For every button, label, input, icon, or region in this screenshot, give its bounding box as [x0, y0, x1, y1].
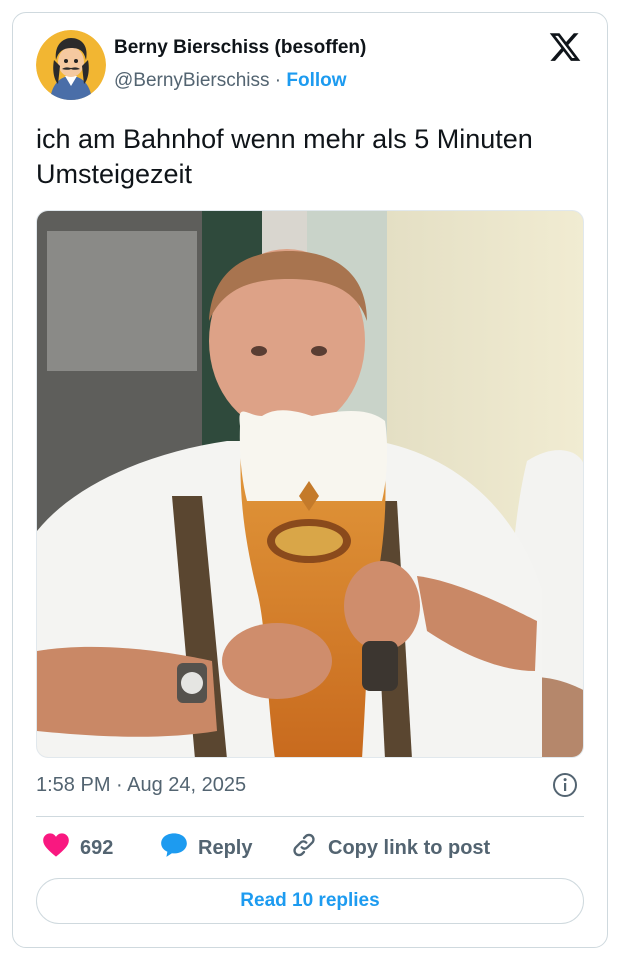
follow-button[interactable]: Follow	[286, 70, 346, 91]
like-count: 692	[80, 836, 114, 859]
like-button[interactable]: 692	[42, 832, 114, 864]
author-handle[interactable]: @BernyBierschiss	[114, 70, 270, 91]
photo-illustration	[37, 211, 583, 757]
copy-link-button[interactable]: Copy link to post	[290, 831, 491, 865]
x-logo-icon[interactable]	[548, 30, 582, 64]
divider	[36, 816, 584, 817]
tweet-photo[interactable]	[36, 210, 584, 758]
author-handle-row: @BernyBierschiss · Follow	[114, 70, 347, 92]
reply-bubble-icon	[160, 832, 188, 864]
copy-link-label: Copy link to post	[328, 836, 491, 859]
author-name[interactable]: Berny Bierschiss (besoffen)	[114, 37, 366, 59]
separator-dot: ·	[274, 70, 282, 91]
reply-button[interactable]: Reply	[160, 832, 253, 864]
tweet-timestamp[interactable]: 1:58 PM · Aug 24, 2025	[36, 774, 246, 797]
link-icon	[290, 831, 318, 865]
avatar[interactable]	[36, 30, 106, 100]
read-replies-button[interactable]: Read 10 replies	[36, 878, 584, 924]
heart-icon	[42, 832, 70, 864]
reply-label: Reply	[198, 836, 253, 859]
tweet-text: ich am Bahnhof wenn mehr als 5 Minuten U…	[36, 124, 533, 189]
read-replies-label: Read 10 replies	[240, 890, 380, 911]
avatar-illustration	[36, 30, 106, 100]
info-icon[interactable]	[552, 772, 578, 798]
